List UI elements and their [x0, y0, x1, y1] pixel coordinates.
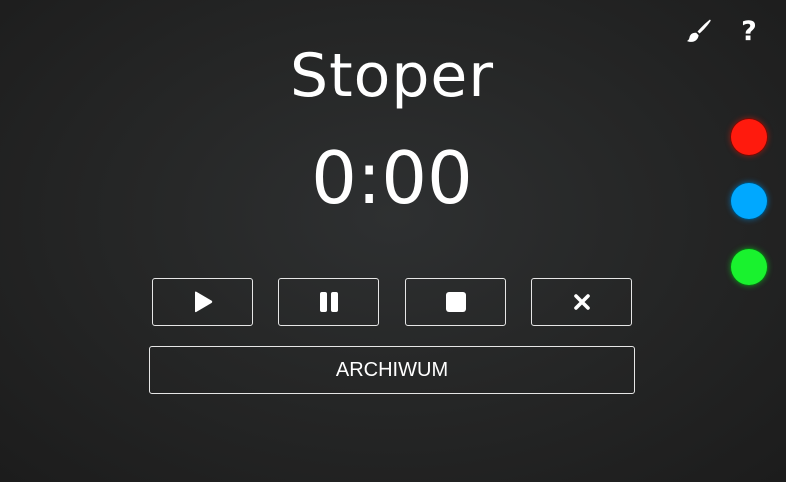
close-icon: [573, 294, 590, 310]
paint-brush-icon[interactable]: [684, 16, 714, 46]
stop-icon: [445, 292, 466, 312]
stop-button[interactable]: [405, 278, 506, 326]
pause-button[interactable]: [278, 278, 379, 326]
theme-red-button[interactable]: [730, 118, 768, 156]
play-icon: [194, 291, 212, 313]
help-glyph: ?: [741, 15, 757, 47]
theme-green-button[interactable]: [730, 248, 768, 286]
theme-blue-button[interactable]: [730, 182, 768, 220]
reset-button[interactable]: [531, 278, 632, 326]
page-title: Stoper: [290, 41, 494, 111]
timer-display: 0:00: [311, 136, 473, 220]
start-button[interactable]: [152, 278, 253, 326]
question-mark-icon[interactable]: ?: [734, 16, 764, 46]
archive-button[interactable]: ARCHIWUM: [149, 346, 635, 394]
pause-icon: [319, 292, 338, 312]
